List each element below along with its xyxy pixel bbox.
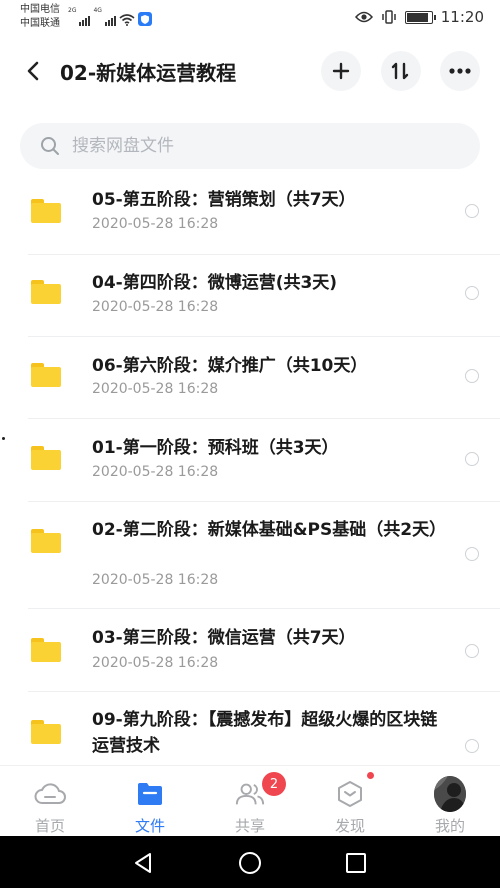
- file-row[interactable]: 03-第三阶段：微信运营（共7天） 2020-05-28 16:28: [0, 609, 500, 692]
- file-list: 05-第五阶段：营销策划（共7天） 2020-05-28 16:28 04-第四…: [0, 175, 500, 765]
- more-icon: [449, 68, 471, 74]
- app-shield-icon: [137, 12, 152, 26]
- folder-icon: [31, 199, 61, 223]
- system-nav-bar: [0, 836, 500, 888]
- status-right: 11:20: [354, 8, 484, 26]
- discover-icon: [334, 778, 366, 810]
- file-date: 2020-05-28 16:28: [92, 216, 219, 232]
- file-name: 09-第九阶段：【震撼发布】超级火爆的区块链运营技术: [92, 710, 438, 756]
- select-radio[interactable]: [465, 644, 479, 658]
- add-button[interactable]: [321, 51, 361, 91]
- select-radio[interactable]: [465, 369, 479, 383]
- net-type-2: 4G: [93, 7, 102, 14]
- cloud-icon: [34, 778, 66, 810]
- sort-button[interactable]: [381, 51, 421, 91]
- battery-icon: [404, 10, 436, 24]
- page-title: 02-新媒体运营教程: [60, 61, 237, 85]
- select-radio[interactable]: [465, 204, 479, 218]
- folder-icon: [31, 446, 61, 470]
- file-row[interactable]: 05-第五阶段：营销策划（共7天） 2020-05-28 16:28: [0, 175, 500, 255]
- status-time: 11:20: [440, 8, 484, 26]
- plus-icon: [332, 62, 350, 80]
- tab-files[interactable]: 文件: [100, 766, 200, 837]
- file-name: 04-第四阶段：微博运营(共3天): [92, 273, 338, 293]
- select-radio[interactable]: [465, 739, 479, 753]
- file-name: 02-第二阶段：新媒体基础&PS基础（共2天）: [92, 520, 447, 540]
- tab-profile[interactable]: 我的: [400, 766, 500, 837]
- file-row[interactable]: 06-第六阶段：媒介推广（共10天） 2020-05-28 16:28: [0, 337, 500, 419]
- folder-icon: [134, 778, 166, 810]
- net-type-1: 2G: [68, 7, 77, 14]
- carrier-labels: 中国电信 中国联通: [20, 3, 60, 31]
- vibrate-icon: [382, 10, 396, 24]
- network-indicators: 2G 4G: [68, 8, 152, 26]
- file-row[interactable]: 02-第二阶段：新媒体基础&PS基础（共2天） 2020-05-28 16:28: [0, 502, 500, 609]
- wifi-icon: [119, 14, 135, 26]
- nav-back-button[interactable]: [130, 850, 156, 876]
- tab-label: 首页: [34, 817, 65, 835]
- file-date: 2020-05-28 16:28: [92, 381, 219, 397]
- select-radio[interactable]: [465, 286, 479, 300]
- tab-home[interactable]: 首页: [0, 766, 100, 837]
- avatar-wrap: [434, 776, 466, 812]
- file-name: 01-第一阶段：预科班（共3天）: [92, 438, 339, 458]
- back-button[interactable]: [20, 58, 46, 84]
- sort-icon: [391, 62, 409, 80]
- chevron-left-icon: [27, 61, 39, 81]
- bottom-tab-bar: 首页 文件 共享 发现 我的: [0, 765, 500, 836]
- search-input[interactable]: [72, 136, 432, 156]
- file-row[interactable]: 01-第一阶段：预科班（共3天） 2020-05-28 16:28: [0, 419, 500, 502]
- search-icon: [41, 137, 59, 155]
- nav-home-button[interactable]: [237, 850, 263, 876]
- folder-icon: [31, 720, 61, 744]
- select-radio[interactable]: [465, 452, 479, 466]
- avatar: [434, 776, 466, 812]
- triangle-back-icon: [135, 853, 151, 873]
- file-row[interactable]: 09-第九阶段：【震撼发布】超级火爆的区块链运营技术: [0, 692, 500, 765]
- tab-label: 共享: [234, 817, 265, 835]
- eye-icon: [354, 11, 373, 23]
- file-date: 2020-05-28 16:28: [92, 655, 219, 671]
- status-bar: 中国电信 中国联通 2G 4G 11:20: [0, 0, 500, 36]
- file-date: 2020-05-28 16:28: [92, 572, 219, 588]
- tab-label: 发现: [334, 817, 365, 835]
- search-bar[interactable]: [20, 123, 480, 169]
- share-count-badge: 2: [262, 772, 286, 796]
- tab-discover[interactable]: 发现: [300, 766, 400, 837]
- tab-share[interactable]: 共享: [200, 766, 300, 837]
- file-date: 2020-05-28 16:28: [92, 299, 219, 315]
- file-name: 05-第五阶段：营销策划（共7天）: [92, 190, 356, 210]
- carrier-1: 中国电信: [20, 4, 60, 15]
- folder-icon: [31, 363, 61, 387]
- file-name: 06-第六阶段：媒介推广（共10天）: [92, 356, 368, 376]
- carrier-2: 中国联通: [20, 18, 60, 29]
- folder-icon: [31, 638, 61, 662]
- circle-home-icon: [239, 852, 261, 874]
- signal-bars-icon: [104, 16, 116, 26]
- header: 02-新媒体运营教程: [0, 48, 500, 94]
- signal-bars-icon: [79, 16, 91, 26]
- folder-icon: [31, 280, 61, 304]
- nav-recents-button[interactable]: [343, 850, 369, 876]
- select-radio[interactable]: [465, 547, 479, 561]
- battery-fill: [406, 12, 429, 22]
- tab-label: 我的: [434, 817, 465, 835]
- file-row[interactable]: 04-第四阶段：微博运营(共3天) 2020-05-28 16:28: [0, 255, 500, 337]
- folder-icon: [31, 529, 61, 553]
- file-date: 2020-05-28 16:28: [92, 464, 219, 480]
- tab-label: 文件: [134, 817, 165, 835]
- discover-notification-dot: [367, 772, 374, 779]
- square-recents-icon: [346, 853, 366, 873]
- more-button[interactable]: [440, 51, 480, 91]
- file-name: 03-第三阶段：微信运营（共7天）: [92, 628, 356, 648]
